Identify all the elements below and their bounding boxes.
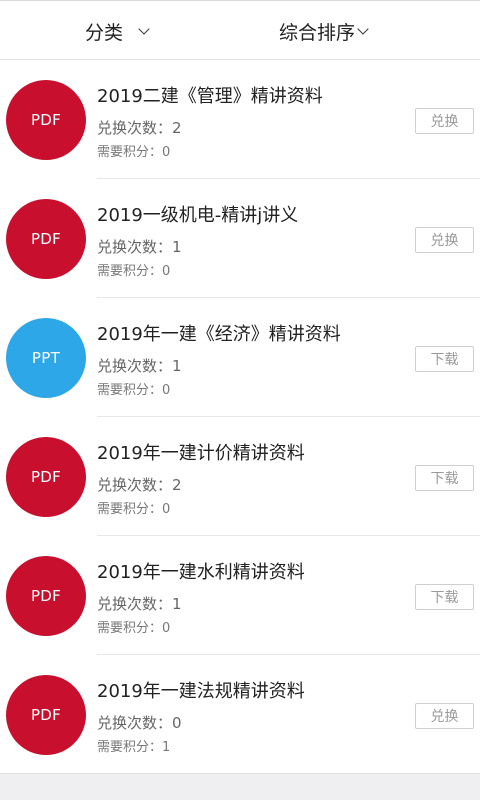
required-points-value: 0 <box>162 264 171 279</box>
list-item[interactable]: PDF 2019年一建水利精讲资料 兑换次数：1 需要积分：0 下载 <box>0 536 480 655</box>
pdf-file-icon: PDF <box>6 199 86 279</box>
resource-title: 2019一级机电-精讲j讲义 <box>97 205 299 226</box>
exchange-button[interactable]: 兑换 <box>415 703 474 729</box>
sort-filter[interactable]: 综合排序 <box>279 1 369 61</box>
download-button[interactable]: 下载 <box>415 346 474 372</box>
required-points: 需要积分：0 <box>97 260 170 279</box>
exchange-count-value: 0 <box>172 714 182 732</box>
required-points-value: 0 <box>162 502 171 517</box>
exchange-count-value: 2 <box>172 476 182 494</box>
filter-bar: 分类 综合排序 <box>0 0 480 60</box>
exchange-count: 兑换次数：0 <box>97 712 182 733</box>
exchange-count-label: 兑换次数： <box>97 119 173 137</box>
resource-title: 2019年一建法规精讲资料 <box>97 681 305 702</box>
resource-list-page: 分类 综合排序 PDF 2019二建《管理》精讲资料 兑换次数：2 需要积分：0… <box>0 0 480 800</box>
exchange-count-label: 兑换次数： <box>97 357 173 375</box>
required-points-label: 需要积分： <box>97 621 163 636</box>
exchange-button[interactable]: 兑换 <box>415 227 474 253</box>
sort-filter-label: 综合排序 <box>279 21 356 44</box>
exchange-count-label: 兑换次数： <box>97 595 173 613</box>
pdf-file-icon: PDF <box>6 556 86 636</box>
exchange-count-value: 1 <box>172 238 182 256</box>
required-points-label: 需要积分： <box>97 264 163 279</box>
exchange-count: 兑换次数：1 <box>97 355 182 376</box>
list-item[interactable]: PDF 2019年一建法规精讲资料 兑换次数：0 需要积分：1 兑换 <box>0 655 480 774</box>
required-points-label: 需要积分： <box>97 502 163 517</box>
resource-title: 2019年一建计价精讲资料 <box>97 443 305 464</box>
category-filter[interactable]: 分类 <box>85 1 150 61</box>
resource-title: 2019年一建水利精讲资料 <box>97 562 305 583</box>
exchange-count-label: 兑换次数： <box>97 714 173 732</box>
ppt-file-icon: PPT <box>6 318 86 398</box>
exchange-count: 兑换次数：2 <box>97 474 182 495</box>
exchange-button[interactable]: 兑换 <box>415 108 474 134</box>
exchange-count-label: 兑换次数： <box>97 238 173 256</box>
list-item[interactable]: PDF 2019年一建计价精讲资料 兑换次数：2 需要积分：0 下载 <box>0 417 480 536</box>
required-points-value: 0 <box>162 383 171 398</box>
bottom-bar <box>0 773 480 800</box>
resource-title: 2019年一建《经济》精讲资料 <box>97 324 341 345</box>
exchange-count-value: 2 <box>172 119 182 137</box>
pdf-file-icon: PDF <box>6 675 86 755</box>
pdf-file-icon: PDF <box>6 437 86 517</box>
pdf-file-icon: PDF <box>6 80 86 160</box>
required-points: 需要积分：0 <box>97 141 170 160</box>
exchange-count: 兑换次数：2 <box>97 117 182 138</box>
chevron-down-icon <box>138 22 150 35</box>
required-points-value: 0 <box>162 621 171 636</box>
resource-list: PDF 2019二建《管理》精讲资料 兑换次数：2 需要积分：0 兑换 PDF … <box>0 60 480 774</box>
list-item[interactable]: PDF 2019二建《管理》精讲资料 兑换次数：2 需要积分：0 兑换 <box>0 60 480 179</box>
exchange-count-value: 1 <box>172 595 182 613</box>
list-item[interactable]: PPT 2019年一建《经济》精讲资料 兑换次数：1 需要积分：0 下载 <box>0 298 480 417</box>
required-points-value: 0 <box>162 145 171 160</box>
download-button[interactable]: 下载 <box>415 584 474 610</box>
required-points: 需要积分：1 <box>97 736 170 755</box>
download-button[interactable]: 下载 <box>415 465 474 491</box>
required-points: 需要积分：0 <box>97 379 170 398</box>
required-points-label: 需要积分： <box>97 145 163 160</box>
required-points: 需要积分：0 <box>97 617 170 636</box>
exchange-count: 兑换次数：1 <box>97 593 182 614</box>
list-item[interactable]: PDF 2019一级机电-精讲j讲义 兑换次数：1 需要积分：0 兑换 <box>0 179 480 298</box>
resource-title: 2019二建《管理》精讲资料 <box>97 86 323 107</box>
category-filter-label: 分类 <box>85 21 124 44</box>
required-points-label: 需要积分： <box>97 740 163 755</box>
required-points-value: 1 <box>162 740 171 755</box>
required-points: 需要积分：0 <box>97 498 170 517</box>
exchange-count: 兑换次数：1 <box>97 236 182 257</box>
exchange-count-value: 1 <box>172 357 182 375</box>
exchange-count-label: 兑换次数： <box>97 476 173 494</box>
chevron-down-icon <box>357 22 369 35</box>
required-points-label: 需要积分： <box>97 383 163 398</box>
